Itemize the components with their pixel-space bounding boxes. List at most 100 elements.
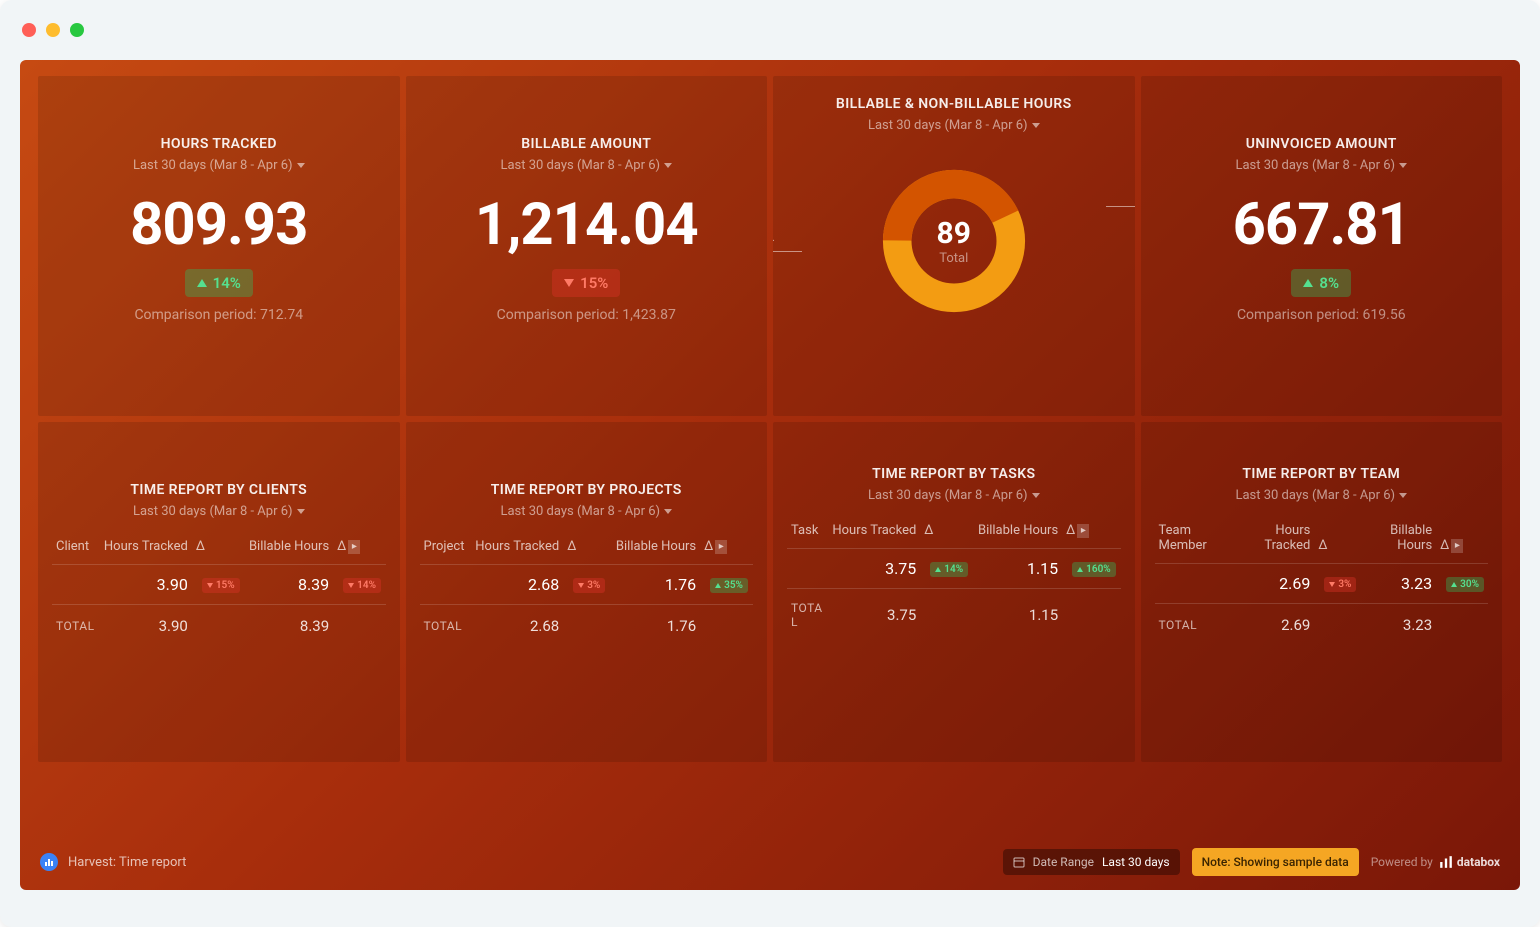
total-hours: 3.75 <box>827 589 920 640</box>
projects-table: Project Hours Tracked Δ Billable Hours Δ… <box>420 533 754 645</box>
col-hours[interactable]: Hours Tracked <box>469 533 563 565</box>
table-row[interactable]: 3.90 15% 8.39 14% <box>52 565 386 605</box>
date-range-select[interactable]: Last 30 days (Mar 8 - Apr 6) <box>52 504 386 519</box>
col-bill[interactable]: Billable Hours <box>1360 517 1436 564</box>
comparison-text: Comparison period: 619.56 <box>1155 307 1489 323</box>
tasks-table: Task Hours Tracked Δ Billable Hours Δ▸ 3… <box>787 517 1121 639</box>
table-total-row: TOTAL 2.68 1.76 <box>420 605 754 646</box>
date-range-select[interactable]: Last 30 days (Mar 8 - Apr 6) <box>52 158 386 173</box>
close-window-button[interactable] <box>22 23 36 37</box>
leader-line <box>773 251 802 252</box>
total-bill: 8.39 <box>244 605 333 646</box>
col-client[interactable]: Client <box>52 533 99 565</box>
col-bill[interactable]: Billable Hours <box>973 517 1062 549</box>
series-name: Non-Billabl... <box>773 231 775 244</box>
table-row[interactable]: 3.75 14% 1.15 160% <box>787 549 1121 589</box>
bill-value: 1.15 <box>973 549 1062 589</box>
maximize-window-button[interactable] <box>70 23 84 37</box>
col-delta[interactable]: Δ <box>920 517 973 549</box>
table-total-row: TOTAL 3.90 8.39 <box>52 605 386 646</box>
bill-value: 8.39 <box>244 565 333 605</box>
table-row[interactable]: 2.68 3% 1.76 35% <box>420 565 754 605</box>
metric-value: 809.93 <box>52 191 386 259</box>
total-bill: 3.23 <box>1360 604 1436 645</box>
hours-value: 3.75 <box>827 549 920 589</box>
dashboard: HOURS TRACKED Last 30 days (Mar 8 - Apr … <box>20 60 1520 890</box>
card-grid: HOURS TRACKED Last 30 days (Mar 8 - Apr … <box>38 76 1502 762</box>
scroll-right-icon[interactable]: ▸ <box>1451 539 1463 553</box>
triangle-down-icon <box>1329 582 1335 587</box>
total-bill: 1.15 <box>973 589 1062 640</box>
card-title: TIME REPORT BY TEAM <box>1155 466 1489 482</box>
mini-delta: 3% <box>573 578 605 593</box>
col-delta2[interactable]: Δ▸ <box>333 533 385 565</box>
donut-left-label: Non-Billabl... 57.1% <box>773 231 775 257</box>
triangle-up-icon <box>1451 582 1457 587</box>
col-hours[interactable]: Hours Tracked <box>827 517 920 549</box>
footer: Harvest: Time report Date Range Last 30 … <box>40 848 1500 876</box>
chevron-down-icon <box>664 509 672 514</box>
mini-delta: 160% <box>1072 562 1116 577</box>
minimize-window-button[interactable] <box>46 23 60 37</box>
card-title: HOURS TRACKED <box>52 136 386 152</box>
donut-total-label: Total <box>937 251 971 266</box>
col-delta2[interactable]: Δ▸ <box>700 533 753 565</box>
triangle-down-icon <box>348 583 354 588</box>
powered-label: Powered by <box>1371 855 1433 869</box>
chevron-down-icon <box>1399 493 1407 498</box>
total-label: TOTAL <box>420 605 470 646</box>
triangle-down-icon <box>578 583 584 588</box>
clients-table: Client Hours Tracked Δ Billable Hours Δ▸… <box>52 533 386 645</box>
comparison-text: Comparison period: 1,423.87 <box>420 307 754 323</box>
date-range-pill[interactable]: Date Range Last 30 days <box>1003 849 1180 875</box>
metric-value: 667.81 <box>1155 191 1489 259</box>
delta-value: 14% <box>213 274 241 292</box>
date-range-select[interactable]: Last 30 days (Mar 8 - Apr 6) <box>420 504 754 519</box>
col-delta2[interactable]: Δ▸ <box>1062 517 1120 549</box>
date-range-select[interactable]: Last 30 days (Mar 8 - Apr 6) <box>420 158 754 173</box>
browser-window: HOURS TRACKED Last 30 days (Mar 8 - Apr … <box>0 0 1540 927</box>
mini-delta: 15% <box>202 578 240 593</box>
mini-delta: 14% <box>343 578 381 593</box>
col-task[interactable]: Task <box>787 517 827 549</box>
col-member[interactable]: Team Member <box>1155 517 1235 564</box>
delta-value: 15% <box>580 274 608 292</box>
col-delta2[interactable]: Δ▸ <box>1436 517 1488 564</box>
data-source: Harvest: Time report <box>40 853 186 871</box>
col-hours[interactable]: Hours Tracked <box>1235 517 1315 564</box>
bar-chart-icon <box>40 853 58 871</box>
source-label: Harvest: Time report <box>68 855 186 870</box>
metric-value: 1,214.04 <box>420 191 754 259</box>
date-range-label: Last 30 days (Mar 8 - Apr 6) <box>1235 488 1395 503</box>
col-bill[interactable]: Billable Hours <box>244 533 333 565</box>
card-title: TIME REPORT BY TASKS <box>787 466 1121 482</box>
card-title: TIME REPORT BY PROJECTS <box>420 482 754 498</box>
delta-badge: 8% <box>1291 269 1351 297</box>
col-delta[interactable]: Δ <box>1314 517 1360 564</box>
date-range-select[interactable]: Last 30 days (Mar 8 - Apr 6) <box>787 118 1121 133</box>
leader-line <box>1106 206 1135 207</box>
date-range-select[interactable]: Last 30 days (Mar 8 - Apr 6) <box>1155 488 1489 503</box>
chevron-down-icon <box>1032 493 1040 498</box>
scroll-right-icon[interactable]: ▸ <box>715 540 727 554</box>
triangle-down-icon <box>207 583 213 588</box>
date-range-label: Last 30 days (Mar 8 - Apr 6) <box>868 118 1028 133</box>
mini-delta: 30% <box>1446 577 1484 592</box>
powered-by: Powered by databox <box>1371 855 1500 869</box>
col-delta[interactable]: Δ <box>192 533 244 565</box>
date-range-label: Last 30 days (Mar 8 - Apr 6) <box>1235 158 1395 173</box>
date-range-value: Last 30 days <box>1102 855 1170 869</box>
table-total-row: TOTAL 2.69 3.23 <box>1155 604 1489 645</box>
scroll-right-icon[interactable]: ▸ <box>1077 524 1089 538</box>
col-delta[interactable]: Δ <box>563 533 610 565</box>
calendar-icon <box>1013 856 1025 868</box>
date-range-select[interactable]: Last 30 days (Mar 8 - Apr 6) <box>787 488 1121 503</box>
databox-logo[interactable]: databox <box>1439 855 1500 869</box>
scroll-right-icon[interactable]: ▸ <box>348 540 360 554</box>
date-range-select[interactable]: Last 30 days (Mar 8 - Apr 6) <box>1155 158 1489 173</box>
table-total-row: TOTAL 3.75 1.15 <box>787 589 1121 640</box>
col-hours[interactable]: Hours Tracked <box>99 533 192 565</box>
table-row[interactable]: 2.69 3% 3.23 30% <box>1155 564 1489 604</box>
col-bill[interactable]: Billable Hours <box>610 533 700 565</box>
col-project[interactable]: Project <box>420 533 470 565</box>
